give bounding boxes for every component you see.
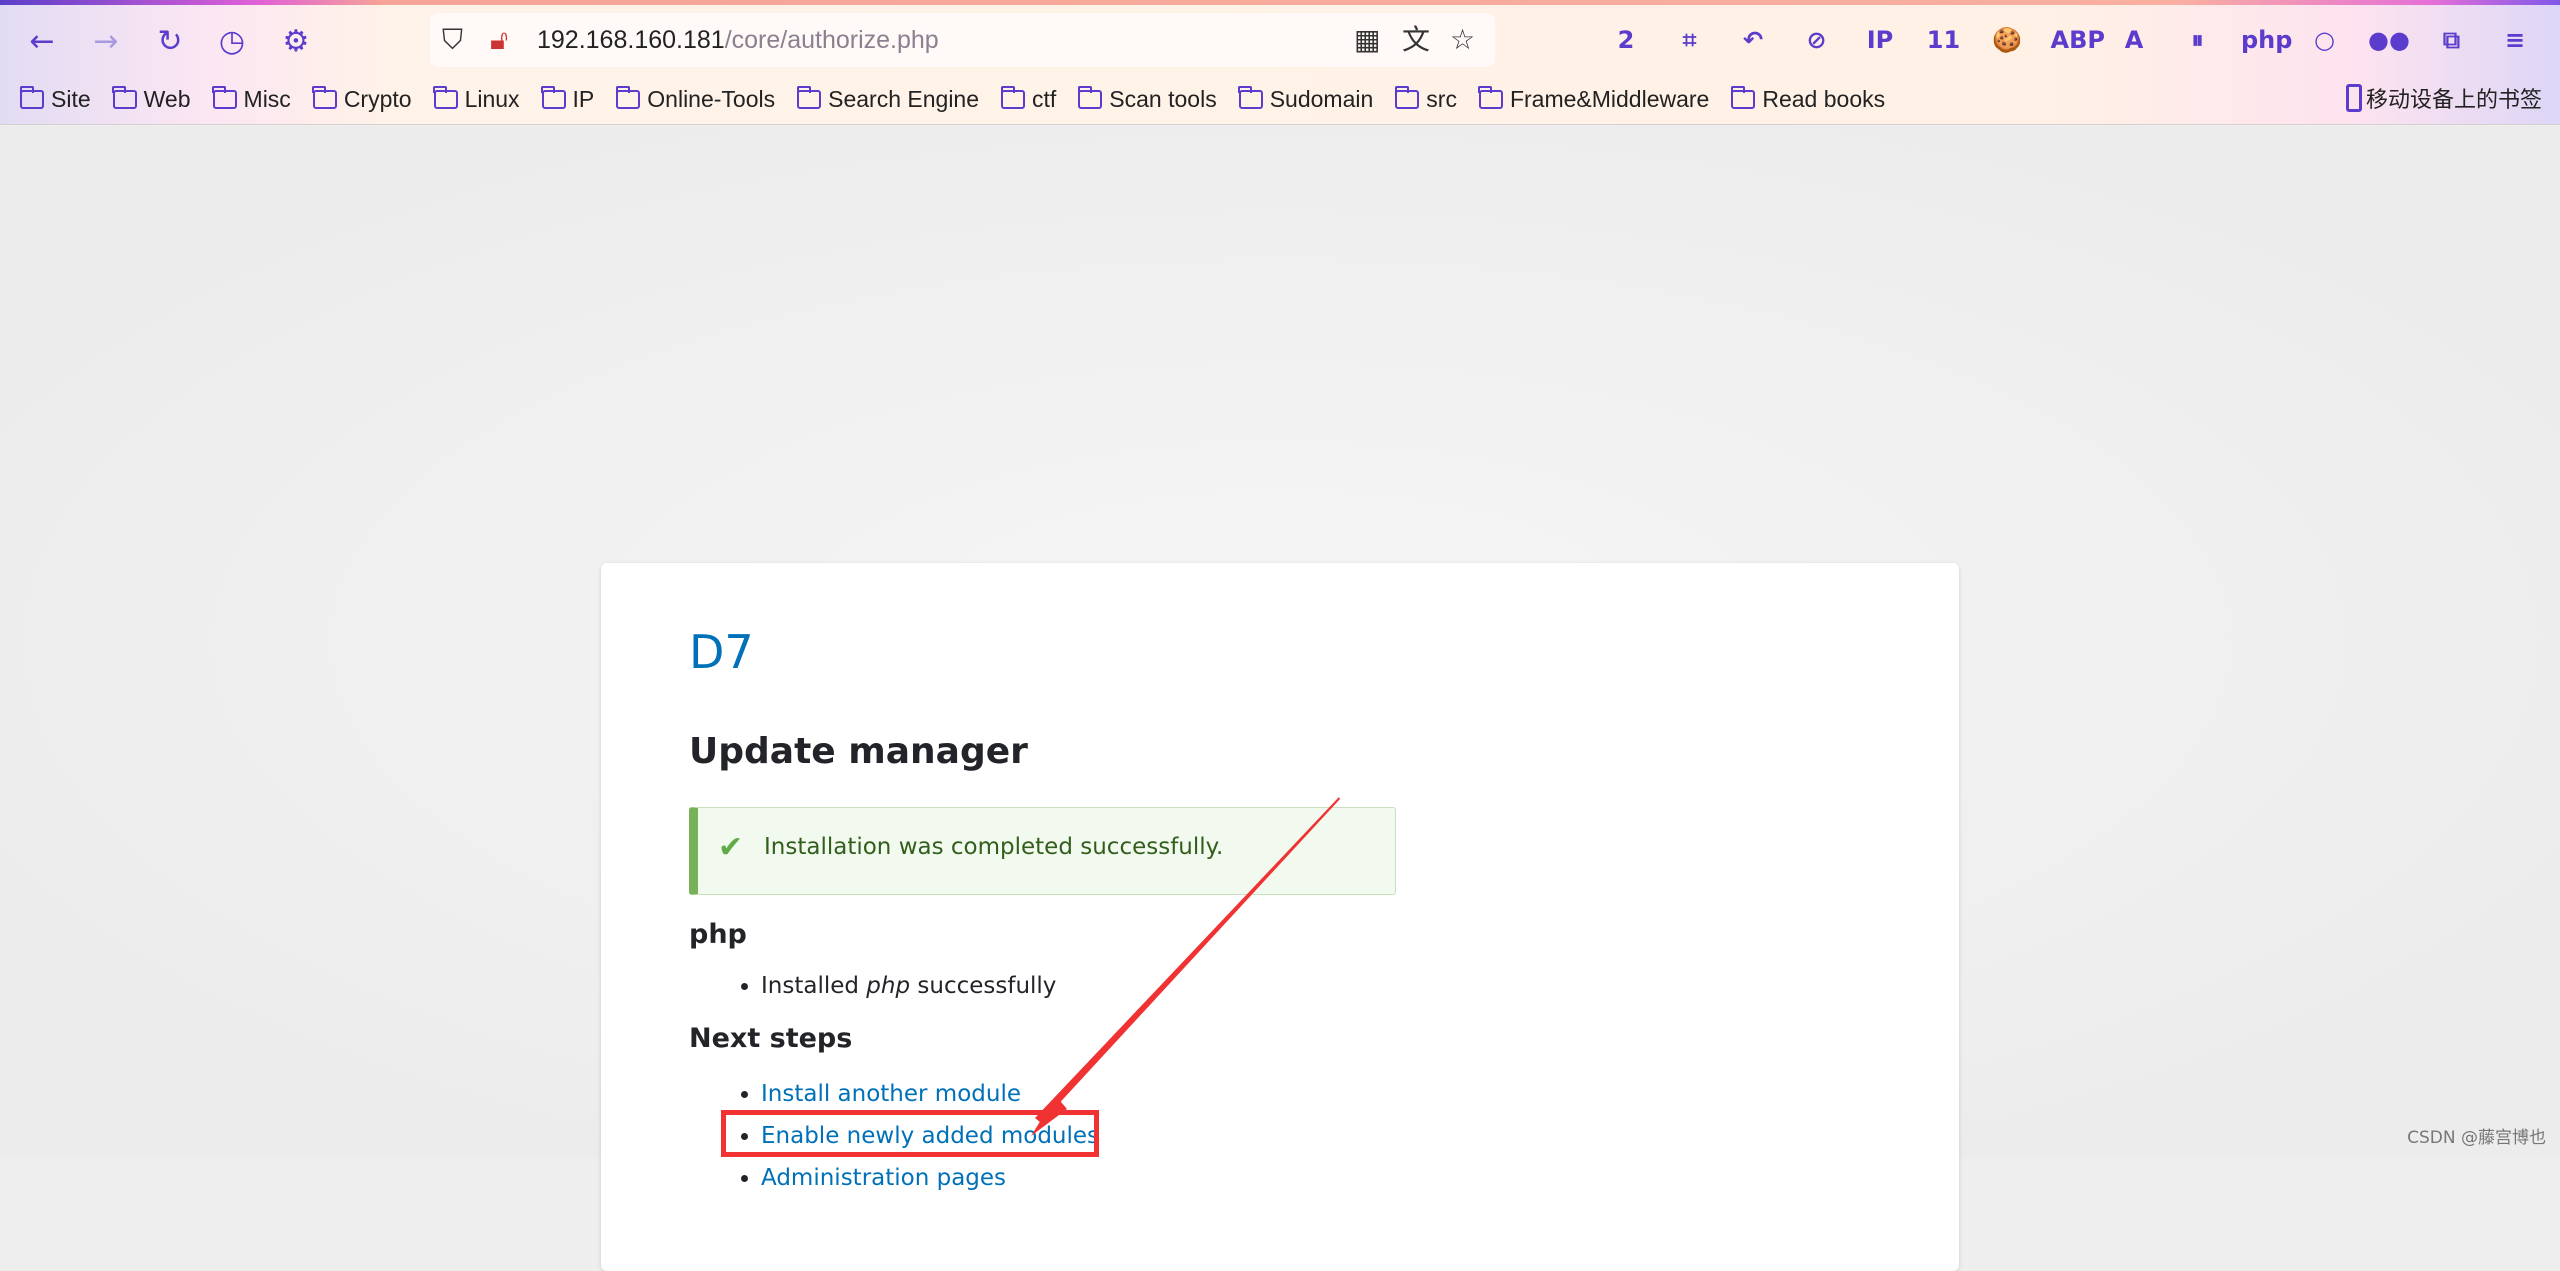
- result-suffix: successfully: [910, 973, 1057, 999]
- history-icon[interactable]: ◷: [212, 22, 252, 62]
- content-card: D7 Update manager ✔ Installation was com…: [601, 563, 1959, 1271]
- bookmark-folder[interactable]: src: [1394, 82, 1457, 116]
- bookmark-folder[interactable]: Online-Tools: [615, 82, 776, 116]
- folder-icon: [433, 85, 458, 109]
- menu-icon[interactable]: ≡: [2495, 20, 2535, 60]
- bookmark-folder[interactable]: Sudomain: [1238, 82, 1374, 116]
- back-icon[interactable]: ←: [22, 22, 62, 62]
- page-title: Update manager: [689, 731, 1028, 772]
- glasses-extension-icon[interactable]: ●●: [2368, 20, 2410, 60]
- bookmark-label: Crypto: [343, 85, 412, 112]
- paused-extension-icon[interactable]: ⏸: [2178, 20, 2218, 60]
- settings-icon[interactable]: ⚙: [276, 22, 316, 62]
- adblock-extension-icon[interactable]: ABP: [2051, 20, 2105, 60]
- next-steps-heading: Next steps: [689, 1023, 853, 1054]
- bookmark-folder[interactable]: Misc: [212, 82, 291, 116]
- qr-code-icon[interactable]: ▦: [1354, 21, 1380, 59]
- status-message: ✔ Installation was completed successfull…: [689, 807, 1396, 895]
- forward-icon[interactable]: →: [86, 22, 126, 62]
- url-path: /core/authorize.php: [724, 26, 939, 54]
- bookmark-folder[interactable]: IP: [541, 82, 595, 116]
- circle-extension-icon[interactable]: ○: [2305, 20, 2345, 60]
- download-extension-icon[interactable]: 11: [1924, 20, 1964, 60]
- page-background: D7 Update manager ✔ Installation was com…: [0, 126, 2560, 1271]
- bookmark-folder[interactable]: Crypto: [312, 82, 412, 116]
- php-extension-icon[interactable]: php: [2241, 20, 2292, 60]
- bookmark-label: Search Engine: [828, 85, 980, 112]
- phone-icon: [2345, 84, 2362, 112]
- folder-icon: [112, 85, 137, 109]
- bookmark-label: Web: [143, 85, 191, 112]
- bookmark-label: src: [1426, 85, 1457, 112]
- bookmark-label: Online-Tools: [647, 85, 776, 112]
- bookmark-folder[interactable]: Scan tools: [1077, 82, 1217, 116]
- crop-extension-icon[interactable]: ⌗: [1670, 20, 1710, 60]
- install-another-module-link[interactable]: Install another module: [761, 1081, 1021, 1107]
- badge-2-extension-icon[interactable]: 2: [1606, 20, 1646, 60]
- result-prefix: Installed: [761, 973, 867, 999]
- folder-icon: [796, 85, 822, 109]
- bookmark-folder[interactable]: Linux: [433, 82, 520, 116]
- bookmark-folder[interactable]: Site: [19, 82, 91, 116]
- shield-icon[interactable]: ⛉: [442, 21, 463, 59]
- mobile-bookmarks-label: 移动设备上的书签: [2365, 88, 2542, 113]
- url-text[interactable]: 192.168.160.181/core/authorize.php: [537, 23, 939, 57]
- bookmark-label: Misc: [243, 85, 291, 112]
- bookmarks-bar: Site Web Misc Crypto Linux IP Online-Tools Sear…: [19, 82, 1886, 116]
- bookmark-folder[interactable]: Read books: [1730, 82, 1886, 116]
- folder-icon: [1077, 85, 1103, 109]
- bookmark-label: ctf: [1032, 85, 1057, 112]
- bookmark-label: IP: [572, 85, 595, 112]
- bookmark-label: Sudomain: [1269, 85, 1374, 112]
- translate-extension-icon[interactable]: A: [2114, 20, 2154, 60]
- bookmark-folder[interactable]: Search Engine: [796, 82, 980, 116]
- folder-icon: [1730, 85, 1756, 109]
- url-host: 192.168.160.181: [537, 26, 725, 54]
- insecure-lock-icon[interactable]: 🔓︎: [490, 21, 508, 59]
- result-list: Installed php successfully: [740, 965, 1057, 1007]
- url-bar[interactable]: ⛉ 🔓︎ 192.168.160.181/core/authorize.php …: [430, 13, 1495, 67]
- folder-icon: [212, 85, 237, 109]
- bookmark-folder[interactable]: Web: [112, 82, 191, 116]
- folder-icon: [615, 85, 641, 109]
- mobile-bookmarks[interactable]: 移动设备上的书签: [2345, 82, 2542, 114]
- result-item: Installed php successfully: [740, 965, 1057, 1007]
- bookmark-label: Linux: [464, 85, 520, 112]
- project-heading: php: [689, 919, 747, 950]
- folder-icon: [19, 85, 44, 109]
- administration-pages-link[interactable]: Administration pages: [761, 1165, 1006, 1191]
- highlight-box: [721, 1110, 1099, 1157]
- extensions-puzzle-icon[interactable]: ⧉: [2432, 20, 2472, 60]
- folder-icon: [312, 85, 337, 109]
- bookmark-folder[interactable]: ctf: [1000, 82, 1057, 116]
- bookmark-label: Site: [51, 85, 91, 112]
- bookmark-label: Read books: [1762, 85, 1886, 112]
- status-text: Installation was completed successfully.: [764, 834, 1224, 860]
- folder-icon: [1478, 85, 1503, 109]
- reload-icon[interactable]: ↻: [150, 22, 190, 62]
- list-item: Install another module: [740, 1073, 1099, 1115]
- bookmark-folder[interactable]: Frame&Middleware: [1478, 82, 1710, 116]
- bookmark-label: Scan tools: [1109, 85, 1217, 112]
- list-item: Administration pages: [740, 1157, 1099, 1199]
- folder-icon: [1394, 85, 1420, 109]
- folder-icon: [1000, 85, 1026, 109]
- ip-extension-icon[interactable]: IP: [1860, 20, 1900, 60]
- cookie-extension-icon[interactable]: 🍪: [1987, 20, 2027, 60]
- bookmark-label: Frame&Middleware: [1509, 85, 1710, 112]
- check-icon: ✔: [718, 830, 744, 865]
- folder-icon: [1238, 85, 1263, 109]
- no-cookie-extension-icon[interactable]: ⊘: [1797, 20, 1837, 60]
- site-name[interactable]: D7: [689, 625, 754, 679]
- title-strip: [0, 0, 2560, 5]
- bookmark-star-icon[interactable]: ☆: [1450, 21, 1475, 59]
- result-project: php: [866, 973, 911, 999]
- undo-extension-icon[interactable]: ↶: [1733, 20, 1773, 60]
- watermark: CSDN @藤宫博也: [2407, 1128, 2546, 1148]
- folder-icon: [541, 85, 566, 109]
- browser-toolbar: ← → ↻ ◷ ⚙ ⛉ 🔓︎ 192.168.160.181/core/auth…: [0, 0, 2560, 125]
- translate-icon[interactable]: ⽂: [1402, 21, 1430, 59]
